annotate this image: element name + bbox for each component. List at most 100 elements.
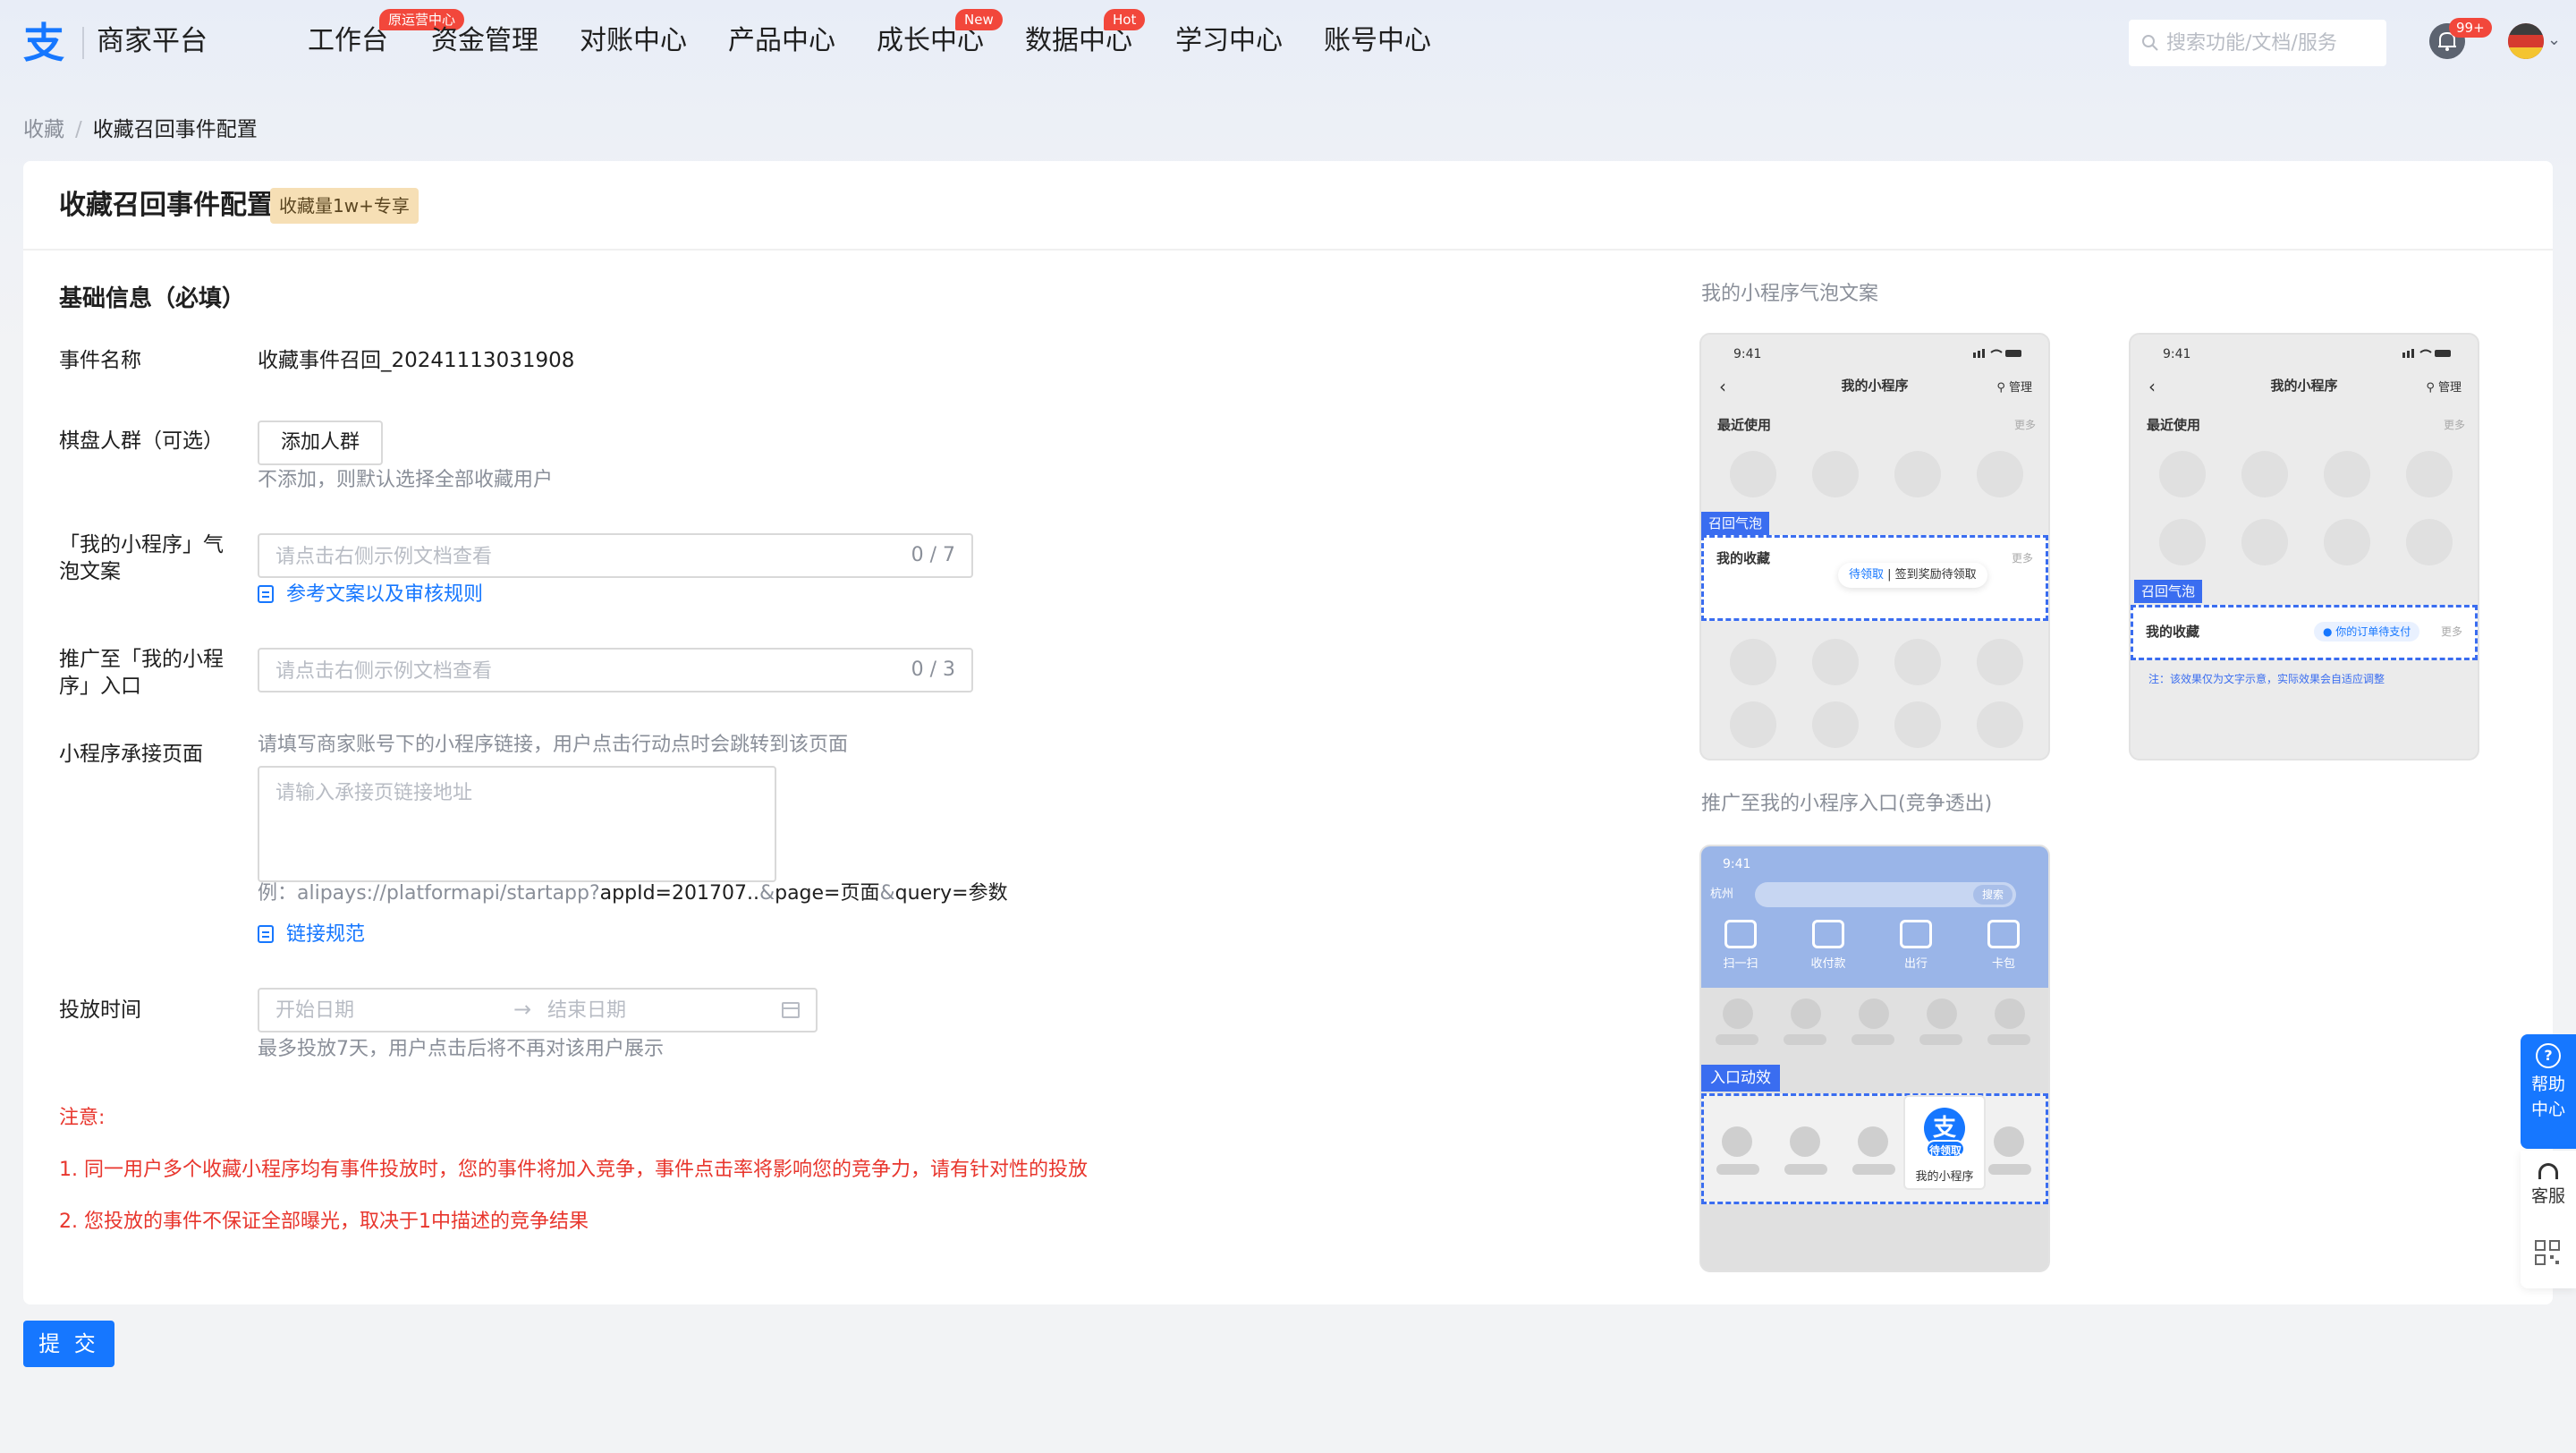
landing-page-field[interactable] <box>258 766 776 882</box>
qr-code-icon[interactable] <box>2535 1240 2560 1265</box>
phone-recent: 最近使用 <box>1717 417 1772 433</box>
global-search[interactable] <box>2129 20 2386 66</box>
start-date-input[interactable]: 开始日期 <box>275 998 354 1024</box>
preview-phone-home: 9:41 杭州 搜索 扫一扫 收付款 出行 卡包 入口动效 支待领取 我的小程序 <box>1699 845 2050 1272</box>
placeholder-label <box>1852 1164 1895 1175</box>
preview-phone-bubble: 9:41 ‹ 我的小程序 ⚲ 管理 最近使用 更多 召回气泡 我的收藏 更多 待… <box>1699 333 2050 760</box>
promote-entry-field[interactable]: 0 / 3 <box>258 648 973 693</box>
nav-item-products[interactable]: 产品中心 <box>728 21 835 61</box>
phone-time: 9:41 <box>1733 347 1762 361</box>
breadcrumb-parent[interactable]: 收藏 <box>23 118 64 141</box>
section-title: 基础信息（必填） <box>59 285 246 312</box>
placeholder-icon <box>1730 701 1776 748</box>
chevron-down-icon[interactable]: ⌄ <box>2547 30 2561 49</box>
placeholder-icon <box>1790 1126 1820 1157</box>
brand-name: 商家平台 <box>97 25 208 57</box>
logo-divider <box>82 27 84 59</box>
bubble-copy-counter: 0 / 7 <box>911 544 955 566</box>
phone-time: 9:41 <box>1723 857 1751 871</box>
recall-bubble-tag: 召回气泡 <box>2134 580 2203 603</box>
card-header: 收藏召回事件配置 收藏量1w+专享 <box>23 161 2553 251</box>
note-item: 2. 您投放的事件不保证全部曝光，取决于1中描述的竞争结果 <box>59 1211 589 1233</box>
home-icon-cards: 卡包 <box>1977 920 2030 971</box>
home-icon-scan: 扫一扫 <box>1714 920 1767 971</box>
breadcrumb-current: 收藏召回事件配置 <box>92 118 258 141</box>
link-spec-link[interactable]: 链接规范 <box>258 922 365 948</box>
phone-manage: ⚲ 管理 <box>2426 381 2462 395</box>
exclusive-tag: 收藏量1w+专享 <box>270 188 419 224</box>
placeholder-icon <box>1927 998 1957 1029</box>
claim-pill: 待领取 <box>1926 1140 1965 1158</box>
phone-time: 9:41 <box>2163 347 2191 361</box>
home-header: 9:41 杭州 搜索 扫一扫 收付款 出行 卡包 <box>1701 846 2048 988</box>
breadcrumb: 收藏 / 收藏召回事件配置 <box>23 115 258 145</box>
entry-effect-tag: 入口动效 <box>1701 1065 1780 1092</box>
placeholder-icon <box>2241 519 2288 565</box>
preview-phone-chip: 9:41 ‹ 我的小程序 ⚲ 管理 最近使用 更多 召回气泡 我的收藏 ● 你的… <box>2129 333 2479 760</box>
event-name-value: 收藏事件召回_20241113031908 <box>258 349 575 372</box>
nav-badge-growth: New <box>955 9 1003 30</box>
bubble-copy-label: 「我的小程序」气泡文案 <box>59 533 224 583</box>
placeholder-label <box>1852 1034 1894 1045</box>
placeholder-label <box>1919 1034 1962 1045</box>
favorites-highlight: 我的收藏 ● 你的订单待支付 更多 <box>2131 605 2478 660</box>
placeholder-icon <box>1791 998 1821 1029</box>
calendar-icon[interactable] <box>782 1002 800 1018</box>
preview-entry-title: 推广至我的小程序入口(竞争透出) <box>1701 793 1993 815</box>
page-title: 收藏召回事件配置 <box>59 190 274 221</box>
home-search: 搜索 <box>1755 882 2016 907</box>
home-icon-travel: 出行 <box>1889 920 1943 971</box>
phone-more: 更多 <box>2011 552 2033 565</box>
placeholder-icon <box>1977 451 2023 497</box>
audience-label: 棋盘人群（可选） <box>59 429 224 453</box>
nav-item-reconciliation[interactable]: 对账中心 <box>580 21 687 61</box>
promote-entry-label: 推广至「我的小程序」入口 <box>59 648 224 698</box>
question-icon: ? <box>2536 1043 2561 1068</box>
nav-item-funds[interactable]: 资金管理 <box>431 21 538 61</box>
nav-item-account[interactable]: 账号中心 <box>1324 21 1431 61</box>
end-date-input[interactable]: 结束日期 <box>547 998 626 1024</box>
top-header: 支 商家平台 工作台 原运营中心 资金管理 对账中心 产品中心 成长中心 New… <box>0 0 2576 82</box>
placeholder-icon <box>1812 639 1859 685</box>
svg-text:支: 支 <box>23 20 64 63</box>
alipay-logo[interactable]: 支 <box>21 20 72 63</box>
placeholder-icon <box>1994 1126 2024 1157</box>
placeholder-icon <box>2406 451 2453 497</box>
search-input[interactable] <box>2165 27 2379 59</box>
copy-rules-link-text: 参考文案以及审核规则 <box>286 583 484 606</box>
placeholder-icon <box>2324 451 2370 497</box>
help-center-label: 帮助中心 <box>2530 1075 2565 1119</box>
schedule-label: 投放时间 <box>59 998 141 1022</box>
avatar[interactable] <box>2508 23 2544 59</box>
copy-rules-link[interactable]: 参考文案以及审核规则 <box>258 582 483 608</box>
bubble-copy-input[interactable] <box>274 540 850 573</box>
placeholder-label <box>1716 1034 1758 1045</box>
notes-title: 注意: <box>59 1107 106 1129</box>
promote-entry-counter: 0 / 3 <box>911 659 955 681</box>
phone-manage: ⚲ 管理 <box>1996 381 2032 395</box>
customer-service-button[interactable]: 客服 <box>2521 1151 2576 1222</box>
add-audience-button[interactable]: 添加人群 <box>258 421 384 465</box>
submit-button[interactable]: 提 交 <box>23 1321 114 1367</box>
order-chip: ● 你的订单待支付 <box>2314 622 2420 642</box>
arrow-right-icon: → <box>513 997 532 1022</box>
landing-page-textarea[interactable] <box>274 775 760 877</box>
favorites-highlight: 我的收藏 更多 待领取 | 签到奖励待领取 <box>1701 535 2048 621</box>
phone-note: 注：该效果仅为文字示意，实际效果会自适应调整 <box>2148 673 2385 685</box>
placeholder-icon <box>1977 639 2023 685</box>
help-center-button[interactable]: ? 帮助中心 <box>2521 1034 2576 1149</box>
bubble-copy-field[interactable]: 0 / 7 <box>258 533 973 578</box>
nav-item-learning[interactable]: 学习中心 <box>1175 21 1283 61</box>
promote-entry-input[interactable] <box>274 655 850 687</box>
placeholder-icon <box>1894 639 1941 685</box>
placeholder-icon <box>1812 451 1859 497</box>
placeholder-icon <box>2241 451 2288 497</box>
placeholder-icon <box>2159 519 2206 565</box>
nav-badge-data: Hot <box>1104 9 1146 30</box>
breadcrumb-separator: / <box>75 118 82 141</box>
placeholder-icon <box>1722 1126 1752 1157</box>
home-search-button: 搜索 <box>1972 885 2012 905</box>
home-city: 杭州 <box>1710 888 1734 901</box>
date-range-picker[interactable]: 开始日期 → 结束日期 <box>258 988 818 1032</box>
nav-item-workbench[interactable]: 工作台 <box>308 21 388 61</box>
